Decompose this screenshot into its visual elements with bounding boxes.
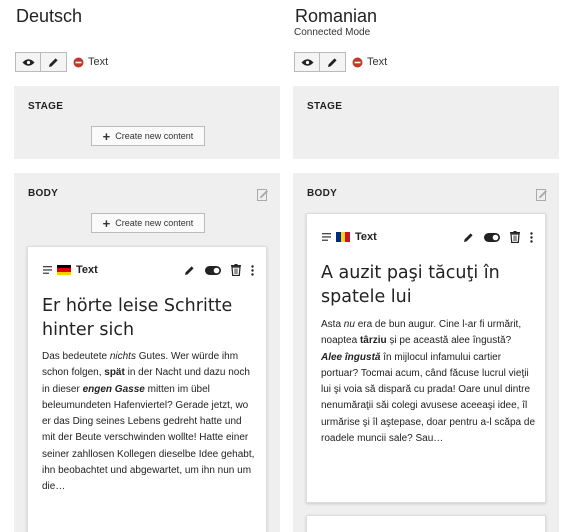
minus-circle-icon bbox=[73, 57, 84, 67]
stage-panel: STAGE + Create new content bbox=[14, 86, 280, 159]
view-button[interactable] bbox=[294, 52, 320, 72]
eye-icon bbox=[22, 58, 34, 66]
more-vertical-icon[interactable] bbox=[251, 264, 254, 276]
language-column-left: Deutsch Text STAGE + Create new content … bbox=[14, 0, 280, 532]
card-body-text: Das bedeutete nichts Gutes. Wer würde ih… bbox=[42, 351, 255, 493]
card-header: Text bbox=[322, 230, 533, 244]
create-content-button-body[interactable]: + Create new content bbox=[91, 213, 205, 233]
content-card-next[interactable] bbox=[306, 515, 546, 532]
card-heading: Er hörte leise Schritte hinter sich bbox=[42, 296, 233, 340]
language-toolbar: Text bbox=[294, 52, 387, 72]
content-card-ro[interactable]: Text A auzit paşi tăcuţi în spatele lui … bbox=[306, 213, 546, 503]
create-content-button-stage[interactable]: + Create new content bbox=[91, 126, 205, 146]
german-flag-icon bbox=[57, 265, 71, 275]
language-toolbar: Text bbox=[15, 52, 108, 72]
toggle-icon[interactable] bbox=[484, 232, 500, 242]
pencil-icon[interactable] bbox=[463, 232, 474, 243]
body-title: BODY bbox=[28, 188, 59, 199]
pencil-icon[interactable] bbox=[184, 265, 195, 276]
pencil-icon bbox=[328, 57, 337, 67]
stage-title: STAGE bbox=[307, 101, 343, 112]
create-content-label: Create new content bbox=[115, 131, 194, 141]
content-type-label: Text bbox=[367, 56, 388, 68]
card-header: Text bbox=[43, 263, 254, 277]
romanian-flag-icon bbox=[336, 232, 351, 242]
more-vertical-icon[interactable] bbox=[530, 231, 533, 243]
body-title: BODY bbox=[307, 188, 338, 199]
card-heading: A auzit paşi tăcuţi în spatele lui bbox=[321, 263, 500, 307]
language-title: Deutsch bbox=[16, 6, 83, 26]
view-button[interactable] bbox=[15, 52, 41, 72]
trash-icon[interactable] bbox=[231, 264, 241, 276]
connected-mode-label: Connected Mode bbox=[294, 27, 371, 38]
edit-button[interactable] bbox=[320, 52, 346, 72]
stage-title: STAGE bbox=[28, 101, 64, 112]
drag-handle-icon[interactable] bbox=[322, 233, 331, 241]
language-title: Romanian bbox=[295, 6, 378, 26]
body-panel: BODY + Create new content Text Er hörte … bbox=[14, 173, 280, 532]
toggle-icon[interactable] bbox=[205, 265, 221, 275]
plus-icon: + bbox=[102, 215, 111, 231]
drag-handle-icon[interactable] bbox=[43, 266, 52, 274]
plus-icon: + bbox=[102, 128, 111, 144]
content-card-de[interactable]: Text Er hörte leise Schritte hinter sich… bbox=[27, 246, 267, 532]
card-content-type: Text bbox=[76, 264, 98, 276]
card-body-text: Asta nu era de bun augur. Cine l-ar fi u… bbox=[321, 319, 535, 445]
card-content-type: Text bbox=[355, 231, 377, 243]
eye-icon bbox=[301, 58, 313, 66]
page-edit-icon[interactable] bbox=[257, 189, 269, 201]
trash-icon[interactable] bbox=[510, 231, 520, 243]
edit-button[interactable] bbox=[41, 52, 67, 72]
stage-panel: STAGE bbox=[293, 86, 559, 159]
create-content-label: Create new content bbox=[115, 218, 194, 228]
minus-circle-icon bbox=[352, 57, 363, 67]
content-type-label: Text bbox=[88, 56, 109, 68]
language-column-right: Romanian Connected Mode Text STAGE BODY … bbox=[293, 0, 559, 532]
body-panel: BODY Text A auzit paşi tăcuţi în spatele… bbox=[293, 173, 559, 532]
page-edit-icon[interactable] bbox=[536, 189, 548, 201]
pencil-icon bbox=[49, 57, 58, 67]
